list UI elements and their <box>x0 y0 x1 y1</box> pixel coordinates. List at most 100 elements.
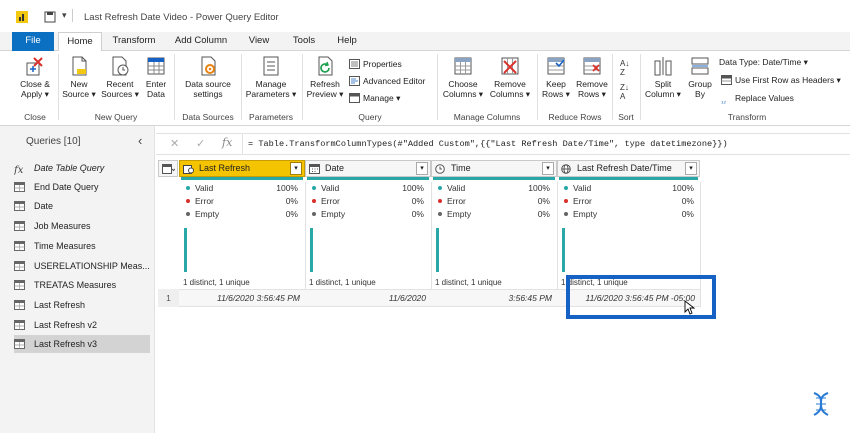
cancel-formula-icon[interactable]: ✕ <box>170 137 179 150</box>
valid-label: Valid <box>195 183 214 193</box>
table-icon <box>14 201 25 211</box>
advanced-editor-button[interactable]: Advanced Editor <box>349 75 425 87</box>
split-column-button[interactable]: Split Column ▾ <box>644 55 682 99</box>
query-item[interactable]: Date <box>14 197 154 215</box>
globe-icon <box>561 164 571 174</box>
new-source-button[interactable]: New Source ▾ <box>60 55 98 99</box>
watermark-logo-icon <box>813 392 829 416</box>
query-item[interactable]: TREATAS Measures <box>14 276 154 294</box>
function-icon[interactable]: fx <box>222 136 232 149</box>
table-cell[interactable]: 3:56:45 PM <box>431 289 557 307</box>
tab-view[interactable]: View <box>244 32 274 51</box>
use-first-row-headers-button[interactable]: Use First Row as Headers ▾ <box>721 74 841 86</box>
query-item-label: TREATAS Measures <box>34 280 117 290</box>
table-cell[interactable]: 11/6/2020 <box>305 289 431 307</box>
column-header-time[interactable]: Time ▾ <box>431 160 557 177</box>
choose-columns-button[interactable]: Choose Columns ▾ <box>440 55 486 99</box>
query-item[interactable]: USERELATIONSHIP Meas... <box>14 257 154 275</box>
date-icon <box>309 164 320 174</box>
quick-access-dropdown-icon[interactable]: ▾ <box>62 10 67 21</box>
group-divider <box>58 54 59 120</box>
valid-percent: 100% <box>276 183 298 193</box>
empty-percent: 0% <box>285 209 298 219</box>
table-cell[interactable]: 11/6/2020 3:56:45 PM <box>179 289 305 307</box>
title-divider <box>72 9 73 22</box>
table-icon <box>14 339 25 349</box>
keep-rows-button[interactable]: Keep Rows ▾ <box>539 55 573 99</box>
collapse-queries-icon[interactable]: ‹ <box>138 133 142 148</box>
query-item-selected[interactable]: Last Refresh v3 <box>14 335 150 353</box>
query-item[interactable]: Last Refresh <box>14 296 154 314</box>
distribution-bar[interactable] <box>184 228 187 272</box>
query-item[interactable]: End Date Query <box>14 178 154 196</box>
formula-input[interactable]: = Table.TransformColumnTypes(#"Added Cus… <box>248 139 728 149</box>
column-filter-icon[interactable]: ▾ <box>290 162 302 175</box>
window-title: Last Refresh Date Video - Power Query Ed… <box>84 12 279 23</box>
distribution-bar[interactable] <box>436 228 439 272</box>
close-apply-button[interactable]: Close & Apply ▾ <box>14 55 56 99</box>
column-filter-icon[interactable]: ▾ <box>542 162 554 175</box>
column-header-last-refresh[interactable]: Last Refresh ▾ <box>179 160 305 177</box>
replace-values-button[interactable]: ₁₂ Replace Values <box>721 92 794 107</box>
table-icon <box>14 300 25 310</box>
group-transform-label: Transform <box>727 112 767 122</box>
valid-dot-icon <box>312 186 316 190</box>
remove-rows-icon <box>583 57 601 75</box>
manage-button[interactable]: Manage ▾ <box>349 92 400 104</box>
query-item-label: USERELATIONSHIP Meas... <box>34 261 150 271</box>
valid-percent: 100% <box>672 183 694 193</box>
sort-ascending-icon: A↓ Z <box>620 59 630 77</box>
tab-help[interactable]: Help <box>332 32 362 51</box>
query-item[interactable]: Last Refresh v2 <box>14 316 154 334</box>
table-menu-button[interactable] <box>158 160 178 177</box>
query-item[interactable]: Time Measures <box>14 237 154 255</box>
split-column-icon <box>654 57 672 76</box>
confirm-formula-icon[interactable]: ✓ <box>196 137 205 150</box>
tab-file[interactable]: File <box>12 32 54 51</box>
data-type-dropdown[interactable]: Data Type: Date/Time ▾ <box>719 56 808 68</box>
table-icon <box>14 320 25 330</box>
distribution-bar[interactable] <box>562 228 565 272</box>
keep-rows-label-1: Keep <box>546 79 566 89</box>
manage-parameters-label-2: Parameters ▾ <box>245 89 297 99</box>
recent-sources-button[interactable]: Recent Sources ▾ <box>100 55 140 99</box>
empty-percent: 0% <box>411 209 424 219</box>
query-item[interactable]: fx Date Table Query <box>14 159 154 177</box>
column-filter-icon[interactable]: ▾ <box>416 162 428 175</box>
tab-tools[interactable]: Tools <box>288 32 320 51</box>
valid-dot-icon <box>438 186 442 190</box>
tab-add-column[interactable]: Add Column <box>170 32 232 51</box>
ribbon-tabs: File Home Transform Add Column View Tool… <box>0 32 850 52</box>
column-header-last-refresh-date-time[interactable]: Last Refresh Date/Time ▾ <box>557 160 700 177</box>
error-percent: 0% <box>681 196 694 206</box>
query-item[interactable]: Job Measures <box>14 217 154 235</box>
sort-ascending-button[interactable]: A↓ Z <box>620 59 629 77</box>
error-percent: 0% <box>285 196 298 206</box>
close-apply-label-2: Apply ▾ <box>21 89 49 99</box>
column-header-date[interactable]: Date ▾ <box>305 160 431 177</box>
column-name: Date <box>325 163 345 173</box>
column-filter-icon[interactable]: ▾ <box>685 162 697 175</box>
manage-parameters-button[interactable]: Manage Parameters ▾ <box>243 55 299 99</box>
enter-data-label-2: Data <box>147 89 165 99</box>
refresh-preview-button[interactable]: Refresh Preview ▾ <box>305 55 345 99</box>
query-item-label: End Date Query <box>34 182 99 192</box>
function-icon: fx <box>14 165 24 176</box>
sort-descending-button[interactable]: Z↓ A <box>620 83 629 101</box>
save-icon[interactable] <box>44 11 56 23</box>
remove-columns-button[interactable]: Remove Columns ▾ <box>487 55 533 99</box>
data-source-settings-button[interactable]: Data source settings <box>178 55 238 99</box>
queries-panel: Queries [10] ‹ fx Date Table Query End Da… <box>0 126 155 433</box>
remove-rows-button[interactable]: Remove Rows ▾ <box>574 55 610 99</box>
group-by-label-1: Group <box>688 79 712 89</box>
properties-button[interactable]: Properties <box>349 58 402 70</box>
group-by-button[interactable]: Group By <box>685 55 715 99</box>
empty-label: Empty <box>447 209 472 219</box>
manage-parameters-label-1: Manage <box>255 79 287 89</box>
tab-transform[interactable]: Transform <box>108 32 160 51</box>
empty-dot-icon <box>438 212 442 216</box>
tab-home[interactable]: Home <box>58 32 102 52</box>
distribution-bar[interactable] <box>310 228 313 272</box>
group-query-label: Query <box>358 112 382 122</box>
enter-data-button[interactable]: Enter Data <box>141 55 171 99</box>
